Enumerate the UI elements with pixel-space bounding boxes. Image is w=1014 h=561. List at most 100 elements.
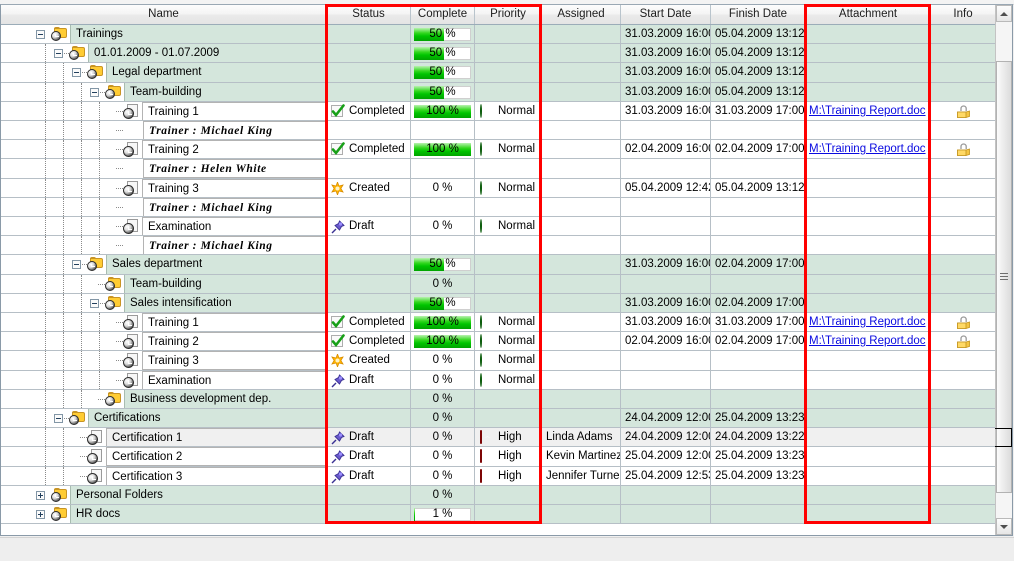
cell-complete[interactable]: [411, 236, 475, 256]
cell-status[interactable]: Created: [327, 178, 411, 198]
cell-attachment[interactable]: [806, 485, 931, 505]
cell-finish-date[interactable]: 31.03.2009 17:00: [711, 101, 806, 121]
cell-complete[interactable]: 0 %: [411, 178, 475, 198]
cell-complete[interactable]: 100 %: [411, 332, 475, 352]
cell-priority[interactable]: Normal: [475, 370, 542, 390]
cell-priority[interactable]: [475, 197, 542, 217]
cell-status[interactable]: [327, 82, 411, 102]
cell-info[interactable]: [931, 389, 995, 409]
cell-name[interactable]: Examination: [1, 370, 327, 390]
cell-assigned[interactable]: [542, 140, 621, 160]
cell-assigned[interactable]: [542, 485, 621, 505]
cell-assigned[interactable]: [542, 255, 621, 275]
cell-assigned[interactable]: [542, 370, 621, 390]
table-row[interactable]: Training 1 Completed 100 % Normal 31.03.2009…: [1, 313, 1012, 333]
cell-status[interactable]: [327, 63, 411, 83]
attachment-link[interactable]: M:\Training Report.doc: [806, 332, 930, 350]
cell-status[interactable]: Completed: [327, 101, 411, 121]
cell-assigned[interactable]: [542, 313, 621, 333]
cell-attachment[interactable]: [806, 44, 931, 64]
cell-status[interactable]: Draft: [327, 217, 411, 237]
cell-info[interactable]: [931, 63, 995, 83]
cell-assigned[interactable]: [542, 44, 621, 64]
cell-attachment[interactable]: [806, 389, 931, 409]
cell-status[interactable]: [327, 505, 411, 525]
cell-info[interactable]: [931, 25, 995, 45]
cell-finish-date[interactable]: 24.04.2009 13:22: [711, 428, 806, 448]
cell-status[interactable]: Completed: [327, 140, 411, 160]
cell-priority[interactable]: High: [475, 466, 542, 486]
cell-complete[interactable]: 0 %: [411, 351, 475, 371]
cell-finish-date[interactable]: 25.04.2009 13:23: [711, 409, 806, 429]
cell-name[interactable]: Training 3: [1, 178, 327, 198]
collapse-button[interactable]: [90, 87, 99, 97]
cell-status[interactable]: [327, 159, 411, 179]
cell-start-date[interactable]: 31.03.2009 16:00: [621, 101, 711, 121]
cell-assigned[interactable]: [542, 82, 621, 102]
cell-info[interactable]: [931, 370, 995, 390]
cell-attachment[interactable]: [806, 409, 931, 429]
cell-complete[interactable]: 50 %: [411, 255, 475, 275]
cell-name[interactable]: Certification 2: [1, 447, 327, 467]
table-row[interactable]: Certifications 0 % 24.04.2009 12:00 25.04.2…: [1, 409, 1012, 429]
cell-complete[interactable]: 0 %: [411, 370, 475, 390]
cell-finish-date[interactable]: 05.04.2009 13:12: [711, 178, 806, 198]
cell-finish-date[interactable]: [711, 197, 806, 217]
cell-finish-date[interactable]: 05.04.2009 13:12: [711, 82, 806, 102]
cell-start-date[interactable]: 24.04.2009 12:00: [621, 409, 711, 429]
cell-assigned[interactable]: Linda Adams: [542, 428, 621, 448]
cell-attachment[interactable]: [806, 197, 931, 217]
cell-attachment[interactable]: [806, 351, 931, 371]
cell-assigned[interactable]: Kevin Martinez: [542, 447, 621, 467]
cell-assigned[interactable]: [542, 389, 621, 409]
cell-assigned[interactable]: [542, 293, 621, 313]
cell-assigned[interactable]: [542, 25, 621, 45]
cell-attachment[interactable]: M:\Training Report.doc: [806, 313, 931, 333]
cell-assigned[interactable]: [542, 197, 621, 217]
cell-finish-date[interactable]: 05.04.2009 13:12: [711, 44, 806, 64]
cell-finish-date[interactable]: 25.04.2009 13:23: [711, 466, 806, 486]
cell-attachment[interactable]: [806, 178, 931, 198]
cell-priority[interactable]: [475, 82, 542, 102]
cell-priority[interactable]: [475, 44, 542, 64]
attachment-link[interactable]: M:\Training Report.doc: [806, 140, 930, 158]
cell-status[interactable]: Created: [327, 351, 411, 371]
cell-name[interactable]: Certification 3: [1, 466, 327, 486]
cell-name[interactable]: Trainer : Michael King: [1, 197, 327, 217]
cell-start-date[interactable]: 24.04.2009 12:00: [621, 428, 711, 448]
cell-complete[interactable]: 0 %: [411, 409, 475, 429]
cell-name[interactable]: Sales department: [1, 255, 327, 275]
cell-complete[interactable]: 0 %: [411, 428, 475, 448]
cell-attachment[interactable]: [806, 236, 931, 256]
cell-status[interactable]: [327, 389, 411, 409]
table-row[interactable]: Training 2 Completed 100 % Normal 02.04.2009…: [1, 332, 1012, 352]
column-header-status[interactable]: Status: [327, 5, 411, 24]
column-header-assigned[interactable]: Assigned: [542, 5, 621, 24]
cell-attachment[interactable]: [806, 274, 931, 294]
cell-attachment[interactable]: [806, 63, 931, 83]
cell-info[interactable]: [931, 197, 995, 217]
cell-name[interactable]: Trainings: [1, 25, 327, 45]
cell-finish-date[interactable]: 02.04.2009 17:00: [711, 293, 806, 313]
cell-info[interactable]: [931, 159, 995, 179]
cell-assigned[interactable]: [542, 332, 621, 352]
cell-info[interactable]: [931, 255, 995, 275]
cell-status[interactable]: [327, 197, 411, 217]
table-row[interactable]: Trainer : Michael King: [1, 236, 1012, 256]
cell-complete[interactable]: 1 %: [411, 505, 475, 525]
cell-finish-date[interactable]: [711, 485, 806, 505]
cell-start-date[interactable]: [621, 197, 711, 217]
cell-complete[interactable]: 100 %: [411, 101, 475, 121]
vertical-scrollbar[interactable]: [995, 5, 1012, 535]
cell-name[interactable]: Training 2: [1, 140, 327, 160]
cell-info[interactable]: [931, 485, 995, 505]
collapse-button[interactable]: [72, 68, 81, 78]
cell-assigned[interactable]: [542, 63, 621, 83]
cell-attachment[interactable]: M:\Training Report.doc: [806, 101, 931, 121]
cell-priority[interactable]: Normal: [475, 101, 542, 121]
cell-start-date[interactable]: [621, 121, 711, 141]
cell-name[interactable]: Training 2: [1, 332, 327, 352]
table-row[interactable]: Trainer : Michael King: [1, 121, 1012, 141]
cell-start-date[interactable]: [621, 236, 711, 256]
cell-start-date[interactable]: 05.04.2009 12:42: [621, 178, 711, 198]
